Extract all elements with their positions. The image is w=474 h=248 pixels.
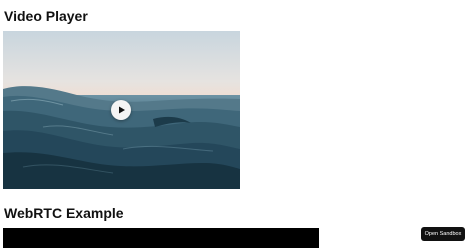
video-player-heading: Video Player	[4, 8, 88, 24]
webrtc-video[interactable]	[3, 228, 319, 248]
page: Video Player WebRTC Example Open Sandbox	[0, 0, 474, 248]
play-icon	[119, 106, 125, 114]
play-button[interactable]	[111, 100, 131, 120]
webrtc-example-heading: WebRTC Example	[4, 205, 124, 221]
video-player[interactable]	[3, 31, 240, 189]
open-sandbox-button[interactable]: Open Sandbox	[421, 227, 465, 241]
